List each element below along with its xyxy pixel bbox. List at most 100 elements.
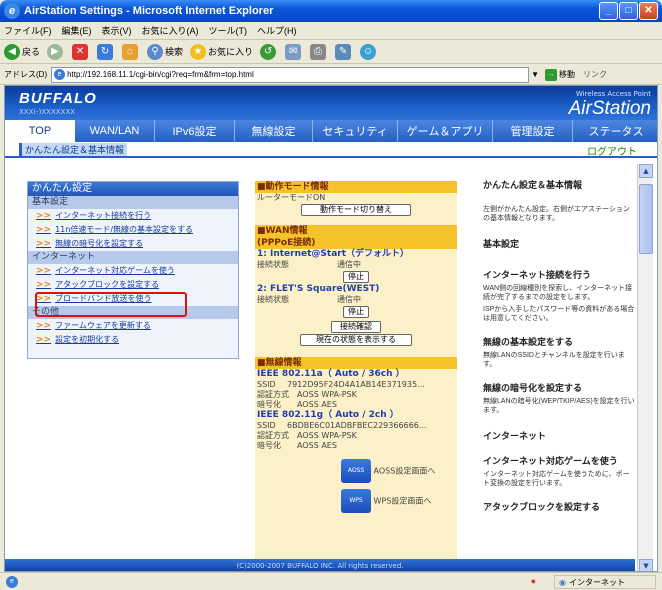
mail-icon: ✉ [285,43,302,60]
help-intro: 左側がかんたん設定。右側がエアステーションの基本情報となります。 [483,206,630,222]
tab-admin[interactable]: 管理設定 [493,120,573,142]
forward-button[interactable]: ▶ [47,43,65,60]
link-firmware-update[interactable]: >> ファームウェアを更新する [28,319,238,333]
arrow-icon: >> [36,211,52,221]
tab-game-app[interactable]: ゲーム＆アプリ [398,120,493,142]
refresh-icon: ↻ [97,43,114,60]
address-bar: アドレス(D) e http://192.168.11.1/cgi-bin/cg… [0,65,662,85]
tab-security[interactable]: セキュリティ [313,120,398,142]
airstation-logo: AirStation [568,98,651,119]
favorites-button[interactable]: ★ お気に入り [190,43,253,60]
link-attack-block[interactable]: >> アタックブロックを設定する [28,278,238,292]
search-button[interactable]: ⚲ 検索 [147,43,183,60]
ssid-g-row: SSID 6BDBE6C01ADBFBEC229366666... [257,421,427,430]
help-attack-title: アタックブロックを設定する [483,502,601,512]
connection-1-name: 1: Internet@Start（デフォルト） [257,249,410,259]
address-url: http://192.168.11.1/cgi-bin/cgi?req=frm&… [67,70,254,79]
arrow-icon: >> [36,266,52,276]
ssid-a-row: SSID 7912D95F24D4A1AB14E371935... [257,380,425,389]
edit-button[interactable]: ✎ [335,43,353,60]
address-label: アドレス(D) [4,70,48,79]
home-button[interactable]: ⌂ [122,43,140,60]
wps-icon: WPS [341,489,371,513]
menu-bar: ファイル(F) 編集(E) 表示(V) お気に入り(A) ツール(T) ヘルプ(… [0,22,662,40]
main-nav: TOP WAN/LAN IPv6設定 無線設定 セキュリティ ゲーム＆アプリ 管… [5,120,657,142]
stop-icon: ✕ [72,43,89,60]
print-icon: ⎙ [310,43,327,60]
buffalo-logo: BUFFALO [19,90,97,107]
tab-status[interactable]: ステータス [573,120,657,142]
show-status-button[interactable]: 現在の状態を表示する [300,334,412,346]
toolbar: ◀ 戻る ▶ ✕ ↻ ⌂ ⚲ 検索 ★ お気に入り ↺ ✉ ⎙ ✎ ☺ [0,40,662,64]
scroll-down-arrow-icon[interactable]: ▼ [639,559,653,571]
maximize-button[interactable]: □ [619,2,638,20]
help-scrollbar[interactable]: ▲ ▼ [637,164,653,571]
menu-file[interactable]: ファイル(F) [4,24,52,37]
wps-link[interactable]: WPS WPS設定画面へ [341,489,457,513]
minimize-button[interactable]: _ [599,2,618,20]
menu-view[interactable]: 表示(V) [102,24,132,37]
go-button[interactable]: → 移動 [545,68,575,81]
scroll-thumb[interactable] [639,184,653,254]
help-section-basic: 基本設定 [483,239,520,249]
help-section-internet: インターネット [483,431,547,441]
help-title: かんたん設定＆基本情報 [483,180,583,190]
mail-button[interactable]: ✉ [285,43,303,60]
home-icon: ⌂ [122,43,139,60]
help-internet-text-a: WAN側の回線種別を探索し、インターネット接続が完了するまでの設定をします。 [483,285,633,301]
stop-connection-2-button[interactable]: 停止 [343,306,369,318]
mode-text: ルーターモードON [257,193,326,202]
help-wireless-basic-text: 無線LANのSSIDとチャンネルを設定を行います。 [483,352,625,368]
page-header: BUFFALO XXX(-)XXXXXXX Wireless Access Po… [5,86,657,120]
check-connection-button[interactable]: 接続確認 [331,321,381,333]
band-g: IEEE 802.11g（ Auto / 2ch ） [257,410,399,420]
address-dropdown-icon[interactable]: ▼ [531,70,539,79]
messenger-icon: ☺ [360,43,377,60]
stop-connection-1-button[interactable]: 停止 [343,271,369,283]
edit-icon: ✎ [335,43,352,60]
refresh-button[interactable]: ↻ [97,43,115,60]
back-button[interactable]: ◀ 戻る [4,43,40,60]
tab-top[interactable]: TOP [5,120,75,142]
arrow-icon: >> [36,335,52,345]
link-online-game[interactable]: >> インターネット対応ゲームを使う [28,264,238,278]
search-icon: ⚲ [147,43,164,60]
print-button[interactable]: ⎙ [310,43,328,60]
links-button[interactable]: リンク [583,69,607,80]
model-text: XXX(-)XXXXXXX [19,108,75,116]
page-icon: e [54,69,66,80]
menu-favorites[interactable]: お気に入り(A) [142,24,199,37]
link-wireless-encrypt[interactable]: >> 無線の暗号化を設定する [28,237,238,251]
logout-link[interactable]: ログアウト [587,143,637,158]
menu-help[interactable]: ヘルプ(H) [257,24,297,37]
quick-setup-menu: かんたん設定 基本設定 >> インターネット接続を行う >> 11n倍速モード/無線… [27,181,239,359]
tab-wireless[interactable]: 無線設定 [235,120,313,142]
aoss-icon: AOSS [341,459,371,483]
help-game-title: インターネット対応ゲームを使う [483,456,618,466]
link-internet-connect[interactable]: >> インターネット接続を行う [28,209,238,223]
tab-wan-lan[interactable]: WAN/LAN [75,120,155,142]
menu-title: かんたん設定 [28,182,238,196]
tab-ipv6[interactable]: IPv6設定 [155,120,235,142]
status-panel: ■動作モード情報 ルーターモードON 動作モード切り替え ■WAN情報 (PPP… [255,181,457,571]
stop-button[interactable]: ✕ [72,43,90,60]
menu-tools[interactable]: ツール(T) [209,24,248,37]
ie-page-icon: e [6,575,18,588]
address-input[interactable]: e http://192.168.11.1/cgi-bin/cgi?req=fr… [51,66,530,83]
messenger-button[interactable]: ☺ [360,43,378,60]
link-factory-reset[interactable]: >> 設定を初期化する [28,333,238,347]
history-button[interactable]: ↺ [260,43,278,60]
mode-switch-button[interactable]: 動作モード切り替え [301,204,411,216]
wap-text: Wireless Access Point [575,90,651,98]
window-titlebar: e AirStation Settings - Microsoft Intern… [0,0,662,22]
enc-a-row: 暗号化 AOSS AES [257,400,337,409]
mode-heading: ■動作モード情報 [255,181,457,193]
close-button[interactable]: ✕ [639,2,658,20]
link-11n-mode[interactable]: >> 11n倍速モード/無線の基本設定をする [28,223,238,237]
scroll-up-arrow-icon[interactable]: ▲ [639,164,653,178]
breadcrumb[interactable]: かんたん設定＆基本情報 [19,143,128,156]
wan-heading: ■WAN情報 [255,225,457,237]
aoss-link[interactable]: AOSS AOSS設定画面へ [341,459,457,483]
menu-edit[interactable]: 編集(E) [62,24,92,37]
